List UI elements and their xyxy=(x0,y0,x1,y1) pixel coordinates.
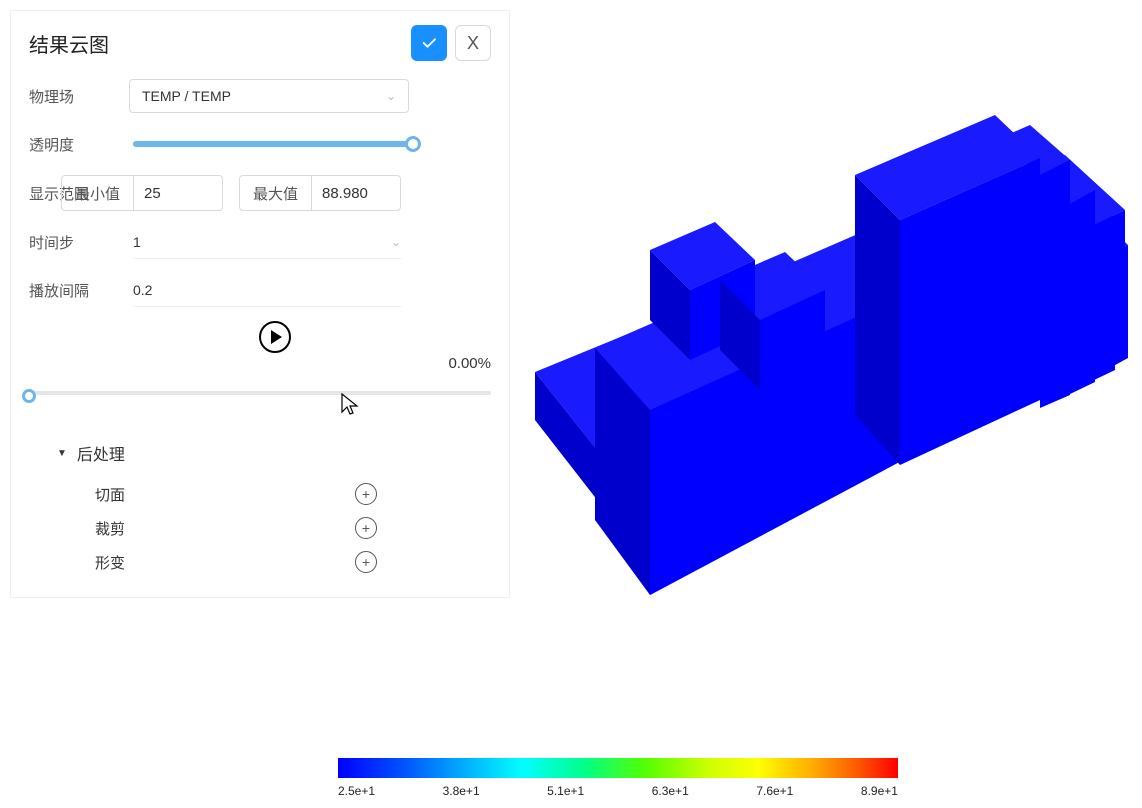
progress-slider-knob[interactable] xyxy=(22,389,36,403)
plus-icon: + xyxy=(362,520,370,536)
progress-percent: 0.00% xyxy=(448,355,491,372)
close-icon: X xyxy=(467,33,479,54)
panel-header: 结果云图 X xyxy=(29,25,491,61)
confirm-button[interactable] xyxy=(411,25,447,61)
progress-slider[interactable] xyxy=(29,391,491,395)
legend-tick: 6.3e+1 xyxy=(652,784,689,798)
range-max-label: 最大值 xyxy=(240,176,312,210)
interval-input[interactable]: 0.2 xyxy=(133,273,401,307)
legend-tick: 2.5e+1 xyxy=(338,784,375,798)
physics-field-row: 物理场 TEMP / TEMP ⌄ xyxy=(29,79,491,113)
postprocess-header[interactable]: ▼ 后处理 xyxy=(57,441,491,465)
postprocess-item-label: 形变 xyxy=(95,552,355,573)
3d-viewport[interactable] xyxy=(520,0,1142,728)
model-render xyxy=(520,0,1140,640)
opacity-slider-knob[interactable] xyxy=(405,136,421,152)
postprocess-item-label: 裁剪 xyxy=(95,518,355,539)
display-range-row: 显示范围 最小值 25 最大值 88.980 xyxy=(29,175,491,211)
panel-actions: X xyxy=(411,25,491,61)
interval-value: 0.2 xyxy=(133,282,152,298)
caret-down-icon: ▼ xyxy=(57,448,67,459)
interval-row: 播放间隔 0.2 xyxy=(29,273,491,307)
legend-ticks: 2.5e+1 3.8e+1 5.1e+1 6.3e+1 7.6e+1 8.9e+… xyxy=(338,784,898,798)
legend-tick: 8.9e+1 xyxy=(861,784,898,798)
timestep-label: 时间步 xyxy=(29,232,119,253)
add-deform-button[interactable]: + xyxy=(355,551,377,573)
timestep-value: 1 xyxy=(133,234,141,250)
range-max-value[interactable]: 88.980 xyxy=(312,176,400,210)
add-section-button[interactable]: + xyxy=(355,483,377,505)
range-max-input[interactable]: 最大值 88.980 xyxy=(239,175,401,211)
opacity-label: 透明度 xyxy=(29,134,119,155)
play-icon xyxy=(271,330,282,344)
postprocess-item-deform: 形变 + xyxy=(57,545,491,579)
color-legend: 2.5e+1 3.8e+1 5.1e+1 6.3e+1 7.6e+1 8.9e+… xyxy=(338,758,898,798)
add-clip-button[interactable]: + xyxy=(355,517,377,539)
legend-tick: 3.8e+1 xyxy=(443,784,480,798)
close-button[interactable]: X xyxy=(455,25,491,61)
opacity-row: 透明度 xyxy=(29,127,491,161)
range-min-value[interactable]: 25 xyxy=(134,176,222,210)
legend-tick: 7.6e+1 xyxy=(756,784,793,798)
postprocess-section: ▼ 后处理 切面 + 裁剪 + 形变 + xyxy=(29,441,491,579)
chevron-down-icon: ⌄ xyxy=(391,235,401,249)
panel-title: 结果云图 xyxy=(29,29,109,58)
physics-value: TEMP / TEMP xyxy=(142,88,231,104)
postprocess-item-clip: 裁剪 + xyxy=(57,511,491,545)
plus-icon: + xyxy=(362,486,370,502)
range-min-input[interactable]: 最小值 25 xyxy=(61,175,223,211)
postprocess-item-label: 切面 xyxy=(95,484,355,505)
play-button[interactable] xyxy=(259,321,291,353)
chevron-down-icon: ⌄ xyxy=(386,89,396,103)
timestep-row: 时间步 1 ⌄ xyxy=(29,225,491,259)
legend-gradient xyxy=(338,758,898,778)
timestep-select[interactable]: 1 ⌄ xyxy=(133,225,401,259)
opacity-slider[interactable] xyxy=(133,141,413,147)
legend-tick: 5.1e+1 xyxy=(547,784,584,798)
result-contour-panel: 结果云图 X 物理场 TEMP / TEMP ⌄ 透明度 显 xyxy=(10,10,510,598)
interval-label: 播放间隔 xyxy=(29,280,119,301)
postprocess-item-section: 切面 + xyxy=(57,477,491,511)
playback-area: 0.00% xyxy=(29,321,491,401)
plus-icon: + xyxy=(362,554,370,570)
physics-select[interactable]: TEMP / TEMP ⌄ xyxy=(129,79,409,113)
postprocess-title: 后处理 xyxy=(77,441,125,465)
check-icon xyxy=(420,34,438,52)
range-min-label: 最小值 xyxy=(62,176,134,210)
physics-label: 物理场 xyxy=(29,86,119,107)
